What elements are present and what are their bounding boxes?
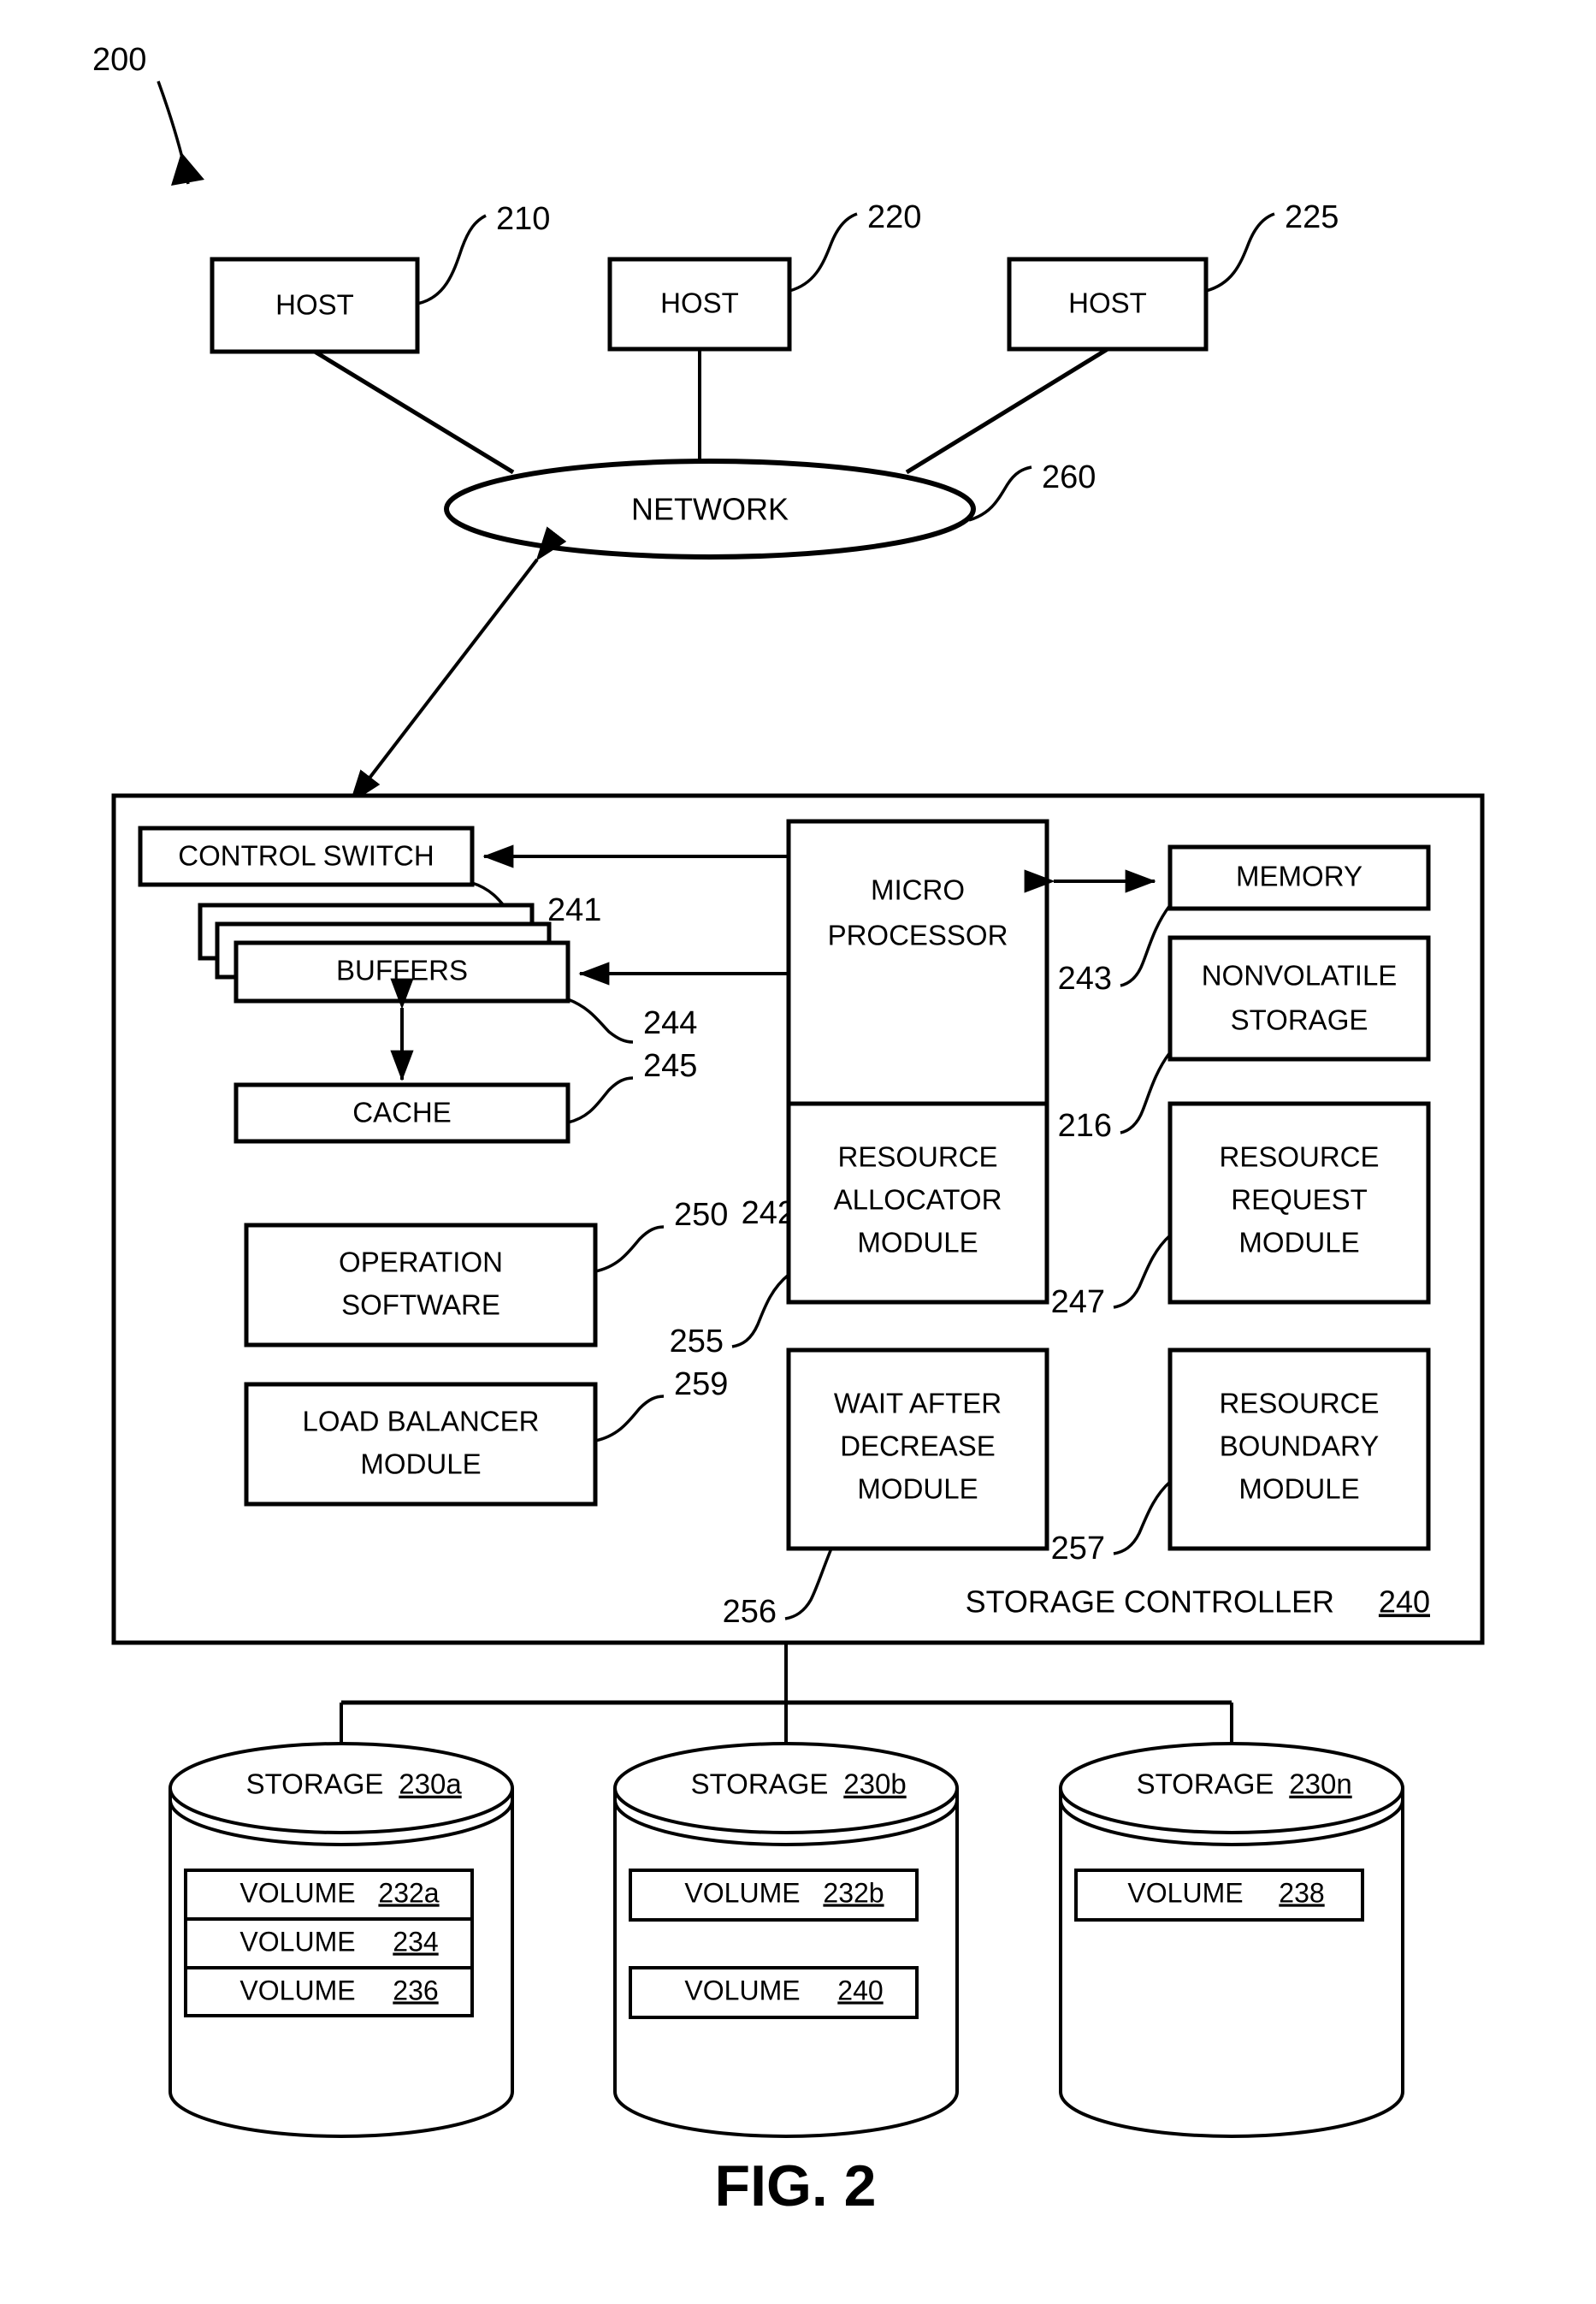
volume-label-1-2: VOLUME	[239, 1926, 355, 1957]
storage-label-2: STORAGE	[691, 1768, 829, 1800]
load-balancer-module-block[interactable]: LOAD BALANCER MODULE	[244, 1382, 598, 1507]
microprocessor-label-line2: PROCESSOR	[828, 920, 1008, 951]
storage-controller-title: STORAGE CONTROLLER	[966, 1584, 1334, 1620]
microprocessor-label-line1: MICRO	[871, 874, 965, 906]
operation-software-label-line1: OPERATION	[339, 1247, 503, 1278]
host-node-1[interactable]: HOST	[210, 257, 420, 354]
resource-request-label-line2: REQUEST	[1231, 1184, 1368, 1216]
resource-boundary-ref-label: 257	[1051, 1531, 1105, 1567]
volume-label-1-3: VOLUME	[239, 1975, 355, 2005]
resource-allocator-module-block[interactable]: RESOURCE ALLOCATOR MODULE	[786, 1101, 1049, 1305]
network-ref-label: 260	[1042, 459, 1096, 495]
host-ref-leader-2	[789, 212, 858, 293]
load-balancer-label-line2: MODULE	[360, 1448, 481, 1480]
host-label-3: HOST	[1068, 287, 1147, 319]
host-ref-label-1: 210	[496, 201, 550, 237]
volume-ref-1-2: 234	[393, 1926, 438, 1957]
storage-ref-3: 230n	[1289, 1768, 1351, 1800]
patent-figure-2: 200 HOST 210 HOST 220 HOST 225 NETWORK 2…	[0, 0, 1596, 2304]
system-ref-callout	[157, 80, 204, 186]
cache-block[interactable]: CACHE	[233, 1082, 570, 1144]
operation-software-label-line2: SOFTWARE	[341, 1289, 500, 1321]
volume-ref-2-2: 240	[837, 1975, 883, 2005]
host-ref-leader-1	[417, 214, 487, 305]
resource-request-label-line3: MODULE	[1238, 1227, 1359, 1259]
host-ref-leader-3	[1205, 212, 1275, 293]
wait-after-decrease-label-line2: DECREASE	[840, 1430, 996, 1462]
storage-ref-1: 230a	[399, 1768, 462, 1800]
network-label: NETWORK	[631, 492, 789, 527]
buffers-ref-label: 244	[643, 1005, 697, 1041]
operation-software-ref-label: 250	[674, 1197, 728, 1233]
resource-allocator-label-line1: RESOURCE	[837, 1141, 997, 1173]
storage-ref-2: 230b	[843, 1768, 906, 1800]
memory-label: MEMORY	[1236, 861, 1363, 892]
operation-software-block[interactable]: OPERATION SOFTWARE	[244, 1223, 598, 1347]
cache-label: CACHE	[352, 1097, 452, 1128]
storage-device-3[interactable]: STORAGE 230n VOLUME 238	[1059, 1742, 1404, 2138]
resource-boundary-label-line1: RESOURCE	[1219, 1388, 1379, 1419]
resource-request-label-line1: RESOURCE	[1219, 1141, 1379, 1173]
resource-boundary-label-line3: MODULE	[1238, 1473, 1359, 1505]
nonvolatile-storage-ref-label: 216	[1058, 1108, 1112, 1144]
wait-after-decrease-label-line3: MODULE	[857, 1473, 978, 1505]
network-node[interactable]: NETWORK	[444, 459, 976, 560]
nonvolatile-storage-label-line2: STORAGE	[1231, 1004, 1368, 1036]
volume-label-2-2: VOLUME	[684, 1975, 800, 2005]
resource-boundary-label-line2: BOUNDARY	[1220, 1430, 1379, 1462]
memory-ref-label: 243	[1058, 961, 1112, 997]
figure-canvas: 200 HOST 210 HOST 220 HOST 225 NETWORK 2…	[92, 42, 1485, 2218]
memory-block[interactable]: MEMORY	[1167, 844, 1431, 911]
control-switch-block[interactable]: CONTROL SWITCH	[138, 826, 475, 887]
control-switch-label: CONTROL SWITCH	[178, 840, 434, 872]
wait-after-decrease-label-line1: WAIT AFTER	[834, 1388, 1002, 1419]
volume-label-2-1: VOLUME	[684, 1877, 800, 1908]
host-node-3[interactable]: HOST	[1007, 257, 1209, 352]
resource-request-module-block[interactable]: RESOURCE REQUEST MODULE	[1167, 1101, 1431, 1305]
storage-label-1: STORAGE	[246, 1768, 384, 1800]
host-label-2: HOST	[660, 287, 739, 319]
resource-allocator-label-line2: ALLOCATOR	[834, 1184, 1002, 1216]
wait-after-decrease-ref-label: 256	[723, 1594, 777, 1630]
host-ref-label-2: 220	[867, 199, 921, 235]
resource-allocator-label-line3: MODULE	[857, 1227, 978, 1259]
microprocessor-block[interactable]: MICRO PROCESSOR	[786, 819, 1049, 1116]
system-ref-label: 200	[92, 42, 146, 78]
nonvolatile-storage-label-line1: NONVOLATILE	[1202, 960, 1398, 992]
nonvolatile-storage-block[interactable]: NONVOLATILE STORAGE	[1167, 935, 1431, 1062]
host-ref-label-3: 225	[1285, 199, 1339, 235]
storage-controller-ref: 240	[1379, 1584, 1430, 1620]
network-ref-leader	[968, 465, 1032, 522]
storage-device-1[interactable]: STORAGE 230a VOLUME 232a VOLUME 234 VOLU…	[168, 1742, 514, 2138]
buffers-block[interactable]: BUFFERS	[198, 903, 570, 1004]
resource-boundary-module-block[interactable]: RESOURCE BOUNDARY MODULE	[1167, 1347, 1431, 1551]
host-label-1: HOST	[275, 289, 354, 321]
load-balancer-ref-label: 259	[674, 1366, 728, 1402]
resource-request-ref-label: 247	[1051, 1284, 1105, 1320]
volume-ref-1-1: 232a	[378, 1877, 439, 1908]
volume-ref-1-3: 236	[393, 1975, 438, 2005]
link-host1-network	[313, 349, 515, 475]
link-network-controller	[349, 526, 567, 804]
volume-label-1-1: VOLUME	[239, 1877, 355, 1908]
volume-ref-2-1: 232b	[823, 1877, 884, 1908]
buffers-label: BUFFERS	[336, 955, 468, 986]
figure-caption: FIG. 2	[715, 2153, 877, 2218]
cache-ref-label: 245	[643, 1048, 697, 1084]
load-balancer-label-line1: LOAD BALANCER	[303, 1406, 540, 1437]
host-node-2[interactable]: HOST	[607, 257, 792, 352]
storage-label-3: STORAGE	[1137, 1768, 1274, 1800]
control-switch-ref-label: 241	[547, 892, 601, 928]
volume-ref-3-1: 238	[1279, 1877, 1324, 1908]
storage-device-2[interactable]: STORAGE 230b VOLUME 232b VOLUME 240	[613, 1742, 959, 2138]
resource-allocator-ref-label: 255	[670, 1324, 724, 1359]
wait-after-decrease-module-block[interactable]: WAIT AFTER DECREASE MODULE	[786, 1347, 1049, 1551]
link-host3-network	[905, 346, 1109, 475]
volume-label-3-1: VOLUME	[1127, 1877, 1243, 1908]
